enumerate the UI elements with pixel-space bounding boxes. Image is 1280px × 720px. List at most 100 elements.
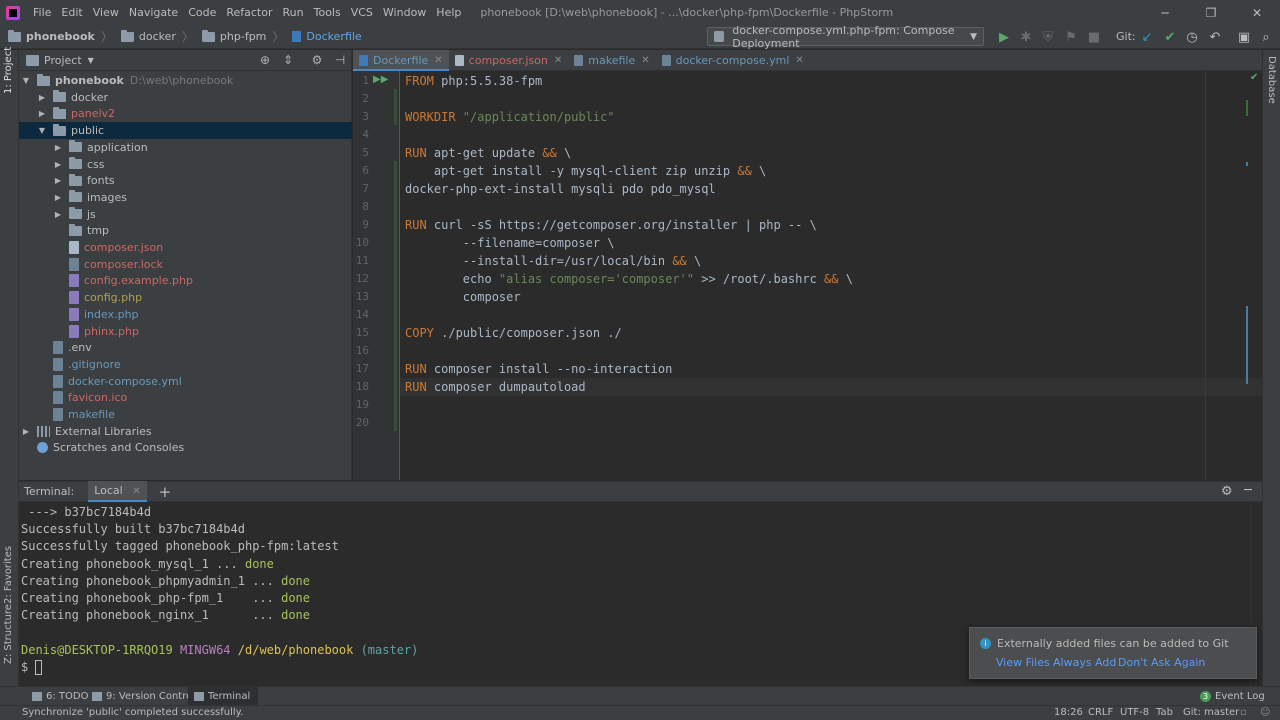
inspector-icon[interactable]: ☺ bbox=[1260, 707, 1270, 718]
caret-right-icon[interactable]: ▶ bbox=[53, 193, 63, 202]
hide-panel-icon[interactable]: ⊣ bbox=[332, 52, 348, 68]
tree-item[interactable]: config.example.php bbox=[19, 272, 352, 289]
tree-item[interactable]: Scratches and Consoles bbox=[19, 439, 352, 456]
terminal-tab[interactable]: Terminal bbox=[188, 687, 259, 706]
line-separator[interactable]: CRLF bbox=[1088, 707, 1113, 718]
tree-item[interactable]: phinx.php bbox=[19, 323, 352, 340]
caret-right-icon[interactable]: ▶ bbox=[53, 176, 63, 185]
hide-panel-icon[interactable]: ─ bbox=[1244, 483, 1252, 498]
structure-side-tab[interactable]: Z: Structure bbox=[3, 604, 14, 664]
maximize-icon[interactable]: ❐ bbox=[1188, 0, 1234, 25]
menu-edit[interactable]: Edit bbox=[56, 0, 87, 25]
breadcrumb-item[interactable]: phonebook 〉 bbox=[0, 28, 113, 45]
menu-vcs[interactable]: VCS bbox=[346, 0, 378, 25]
menu-code[interactable]: Code bbox=[183, 0, 221, 25]
search-everywhere-icon[interactable]: ⌕ bbox=[1258, 29, 1274, 45]
run-configuration-select[interactable]: docker-compose.yml.php-fpm: Compose Depl… bbox=[707, 24, 984, 50]
caret-right-icon[interactable]: ▶ bbox=[37, 93, 47, 102]
menu-view[interactable]: View bbox=[88, 0, 124, 25]
tree-item[interactable]: tmp bbox=[19, 222, 352, 239]
project-side-tab[interactable]: 1: Project bbox=[3, 47, 14, 94]
caret-position[interactable]: 18:26 bbox=[1054, 707, 1083, 718]
menu-run[interactable]: Run bbox=[278, 0, 309, 25]
close-tab-icon[interactable]: ✕ bbox=[795, 55, 803, 66]
editor-tab[interactable]: Dockerfile ✕ bbox=[353, 50, 449, 72]
menu-navigate[interactable]: Navigate bbox=[124, 0, 183, 25]
tree-item[interactable]: ▶ js bbox=[19, 206, 352, 223]
menu-file[interactable]: File bbox=[28, 0, 56, 25]
git-branch[interactable]: Git: master bbox=[1183, 707, 1239, 718]
tree-item[interactable]: composer.json bbox=[19, 239, 352, 256]
caret-down-icon[interactable]: ▼ bbox=[37, 126, 47, 135]
tree-item[interactable]: .env bbox=[19, 339, 352, 356]
close-tab-icon[interactable]: ✕ bbox=[132, 486, 140, 497]
caret-right-icon[interactable]: ▶ bbox=[21, 427, 31, 436]
tree-item[interactable]: ▼ public bbox=[19, 122, 352, 140]
tree-item[interactable]: index.php bbox=[19, 306, 352, 323]
menu-tools[interactable]: Tools bbox=[309, 0, 346, 25]
database-side-tab[interactable]: Database bbox=[1266, 56, 1277, 104]
tree-item[interactable]: ▶ images bbox=[19, 189, 352, 206]
indent-setting[interactable]: Tab bbox=[1156, 707, 1173, 718]
editor-tab[interactable]: docker-compose.yml ✕ bbox=[656, 50, 810, 71]
tree-item[interactable]: composer.lock bbox=[19, 256, 352, 273]
collapse-all-icon[interactable]: ⇕ bbox=[280, 52, 296, 68]
breadcrumb-item[interactable]: php-fpm 〉 bbox=[194, 28, 284, 45]
tree-item[interactable]: ▶ External Libraries bbox=[19, 423, 352, 440]
breadcrumb-item[interactable]: docker 〉 bbox=[113, 28, 194, 45]
editor-scrollbar-thumb[interactable] bbox=[1246, 306, 1248, 384]
caret-down-icon[interactable]: ▼ bbox=[21, 76, 31, 85]
caret-right-icon[interactable]: ▶ bbox=[53, 210, 63, 219]
file-encoding[interactable]: UTF-8 bbox=[1120, 707, 1149, 718]
run-gutter-icon[interactable]: ▶▶ bbox=[373, 74, 388, 85]
caret-right-icon[interactable]: ▶ bbox=[53, 143, 63, 152]
run-icon[interactable]: ▶ bbox=[996, 29, 1012, 45]
gear-icon[interactable]: ⚙ bbox=[1221, 484, 1233, 499]
gear-icon[interactable]: ⚙ bbox=[309, 52, 325, 68]
favorites-side-tab[interactable]: 2: Favorites bbox=[3, 546, 14, 604]
close-tab-icon[interactable]: ✕ bbox=[554, 55, 562, 66]
tree-item[interactable]: config.php bbox=[19, 289, 352, 306]
tree-item[interactable]: ▶ panelv2 bbox=[19, 105, 352, 122]
close-window-icon[interactable]: ✕ bbox=[1234, 0, 1280, 25]
caret-right-icon[interactable]: ▶ bbox=[37, 109, 47, 118]
tree-item[interactable]: favicon.ico bbox=[19, 389, 352, 406]
view-files-link[interactable]: View Files bbox=[996, 656, 1050, 669]
project-view-select[interactable]: Project bbox=[44, 54, 82, 67]
event-log-tab[interactable]: 3 Event Log bbox=[1200, 687, 1265, 706]
tree-item[interactable]: makefile bbox=[19, 406, 352, 423]
minimize-icon[interactable]: ─ bbox=[1142, 0, 1188, 25]
git-history-icon[interactable]: ◷ bbox=[1184, 29, 1200, 45]
dont-ask-again-link[interactable]: Don't Ask Again bbox=[1118, 656, 1205, 669]
close-tab-icon[interactable]: ✕ bbox=[641, 55, 649, 66]
close-tab-icon[interactable]: ✕ bbox=[434, 55, 442, 66]
coverage-icon[interactable]: ⛨ bbox=[1040, 29, 1056, 45]
terminal-tab-local[interactable]: Local ✕ bbox=[88, 481, 147, 502]
editor-tab[interactable]: composer.json ✕ bbox=[449, 50, 569, 71]
git-rollback-icon[interactable]: ↶ bbox=[1207, 29, 1223, 45]
stop-icon[interactable]: ■ bbox=[1086, 29, 1102, 45]
version-control-tab[interactable]: 9: Version Control bbox=[86, 687, 201, 706]
debug-icon[interactable]: ✱ bbox=[1018, 29, 1034, 45]
breadcrumb-item[interactable]: Dockerfile bbox=[284, 30, 362, 43]
tree-item[interactable]: ▼ phonebook D:\web\phonebook bbox=[19, 72, 352, 89]
chevron-down-icon[interactable]: ▼ bbox=[88, 56, 94, 65]
lock-icon[interactable]: ▫ bbox=[1240, 707, 1247, 718]
menu-refactor[interactable]: Refactor bbox=[221, 0, 277, 25]
menu-help[interactable]: Help bbox=[431, 0, 466, 25]
tree-item[interactable]: ▶ docker bbox=[19, 89, 352, 106]
tree-item[interactable]: ▶ fonts bbox=[19, 172, 352, 189]
new-terminal-icon[interactable]: + bbox=[159, 483, 172, 501]
always-add-link[interactable]: Always Add bbox=[1053, 656, 1116, 669]
tree-item[interactable]: .gitignore bbox=[19, 356, 352, 373]
caret-right-icon[interactable]: ▶ bbox=[53, 160, 63, 169]
tree-item[interactable]: ▶ css bbox=[19, 156, 352, 173]
editor-tab[interactable]: makefile ✕ bbox=[568, 50, 655, 71]
git-commit-icon[interactable]: ✔ bbox=[1162, 29, 1178, 45]
project-structure-icon[interactable]: ▣ bbox=[1236, 29, 1252, 45]
tree-item[interactable]: ▶ application bbox=[19, 139, 352, 156]
tree-item[interactable]: docker-compose.yml bbox=[19, 373, 352, 390]
menu-window[interactable]: Window bbox=[378, 0, 431, 25]
locate-file-icon[interactable]: ⊕ bbox=[257, 52, 273, 68]
git-update-icon[interactable]: ↙ bbox=[1139, 29, 1155, 45]
